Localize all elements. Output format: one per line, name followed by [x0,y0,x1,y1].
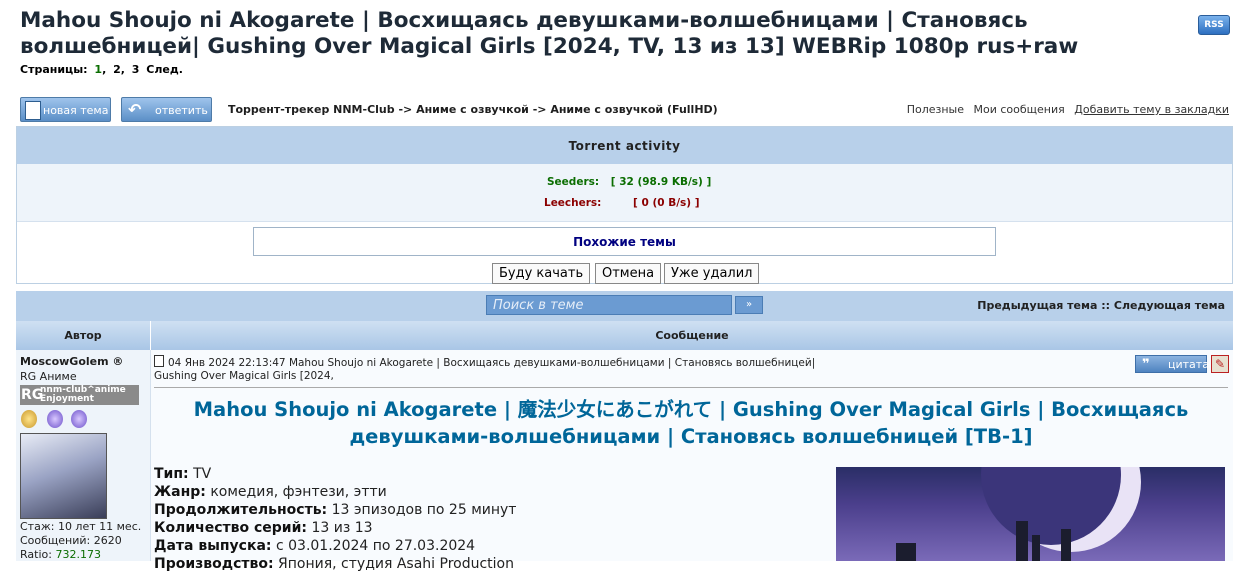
detail-label: Производство: [154,556,274,572]
similar-topics-link[interactable]: Похожие темы [573,235,676,249]
post-header: 04 Янв 2024 22:13:47 Mahou Shoujo ni Ako… [154,355,854,383]
my-messages-link[interactable]: Мои сообщения [974,103,1065,116]
detail-value: 13 эпизодов по 25 минут [331,502,517,518]
torrent-activity-header: Torrent activity [17,127,1232,164]
page-2-link[interactable]: 2 [113,63,121,76]
poster-image [836,467,1225,561]
document-icon [25,101,41,120]
cancel-button[interactable]: Отмена [595,263,662,284]
detail-type: Тип: TV [154,465,516,483]
group-badge-line2: Enjoyment [40,394,94,404]
torrent-stats: Seeders: [ 32 (98.9 KB/s) ] Leechers: [ … [17,164,1232,222]
detail-label: Жанр: [154,484,206,500]
post-icon [154,355,164,367]
detail-value: Япония, студия Asahi Production [278,556,514,572]
author-stage: Стаж: 10 лет 11 мес. [20,520,142,533]
useful-link[interactable]: Полезные [907,103,964,116]
post-header-text: 04 Янв 2024 22:13:47 Mahou Shoujo ni Ako… [154,357,816,382]
avatar [20,433,107,519]
similar-topics-box: Похожие темы [253,227,996,256]
pagination-label: Страницы: [20,63,88,76]
quote-label: цитата [1168,358,1209,371]
topic-title: Mahou Shoujo ni Akogarete | Восхищаясь д… [20,8,1079,59]
user-links: Полезные Мои сообщения Добавить тему в з… [901,103,1229,116]
next-topic-link[interactable]: Следующая тема [1114,299,1225,312]
genre-fantasy-link[interactable]: фэнтези [283,484,345,500]
reply-label: ответить [155,104,208,117]
edit-post-button[interactable]: ✎ [1211,355,1229,373]
already-deleted-button[interactable]: Уже удалил [664,263,760,284]
bookmark-topic-link[interactable]: Добавить тему в закладки [1074,103,1229,116]
quote-button[interactable]: ❞ цитата [1135,355,1209,373]
rss-button[interactable]: RSS [1198,15,1230,35]
detail-duration: Продолжительность: 13 эпизодов по 25 мин… [154,501,516,519]
detail-label: Дата выпуска: [154,538,272,554]
release-details: Тип: TV Жанр: комедия, фэнтези, этти Про… [154,465,516,573]
topic-search-input[interactable]: Поиск в теме [486,295,732,315]
gold-medal-icon [21,410,37,428]
pagination: Страницы: 1, 2, 3 След. [20,63,183,76]
next-page-link[interactable]: След. [146,63,183,76]
genre-comedy-link[interactable]: комедия [210,484,273,500]
detail-value: 13 из 13 [311,520,373,536]
detail-label: Продолжительность: [154,502,328,518]
detail-release-date: Дата выпуска: с 03.01.2024 по 27.03.2024 [154,537,516,555]
ratio-label: Ratio: [20,548,56,561]
detail-value: TV [193,466,212,482]
seeders-label: Seeders: [547,176,600,188]
reply-arrow-icon: ↶ [128,100,142,119]
seeders-row: Seeders: [ 32 (98.9 KB/s) ] [547,176,711,188]
crystal-medal-icon [47,410,63,428]
leechers-label: Leechers: [544,197,602,209]
edit-icon: ✎ [1214,357,1226,371]
detail-production: Производство: Япония, студия Asahi Produ… [154,555,516,573]
seeders-value: [ 32 (98.9 KB/s) ] [610,176,712,188]
post-author-cell: MoscowGolem ® RG Аниме RG nnm-club^anime… [16,350,151,561]
reply-button[interactable]: ↶ ответить [121,97,212,122]
torrent-activity-panel: Torrent activity Seeders: [ 32 (98.9 KB/… [16,126,1233,284]
building-shape [896,543,916,561]
building-shape [1061,529,1071,561]
new-topic-button[interactable]: новая тема [20,97,111,122]
page-3-link[interactable]: 3 [132,63,140,76]
post-message-cell: 04 Янв 2024 22:13:47 Mahou Shoujo ni Ako… [151,350,1233,572]
quote-icon: ❞ [1142,357,1150,372]
post-divider [154,387,1228,388]
new-topic-label: новая тема [43,104,109,117]
group-badge: RG nnm-club^anime Enjoyment [20,385,139,405]
page-1-link[interactable]: 1 [94,63,102,76]
detail-label: Тип: [154,466,189,482]
breadcrumb[interactable]: Торрент-трекер NNM-Club -> Аниме с озвуч… [228,103,718,116]
detail-episodes: Количество серий: 13 из 13 [154,519,516,537]
author-rank: RG Аниме [20,370,77,383]
building-shape [1016,521,1028,561]
author-ratio: Ratio: 732.173 [20,548,101,561]
detail-value: с 03.01.2024 по 27.03.2024 [275,538,476,554]
will-download-button[interactable]: Буду качать [492,263,591,284]
author-column-header: Автор [16,321,151,350]
detail-genre: Жанр: комедия, фэнтези, этти [154,484,387,500]
detail-value: , этти [344,484,387,500]
topic-nav-separator: :: [1101,299,1111,312]
group-badge-logo: RG [21,387,44,403]
message-column-header: Сообщение [151,321,1234,350]
topic-navigation: Предыдущая тема :: Следующая тема [977,299,1225,312]
ratio-value: 732.173 [55,548,101,561]
prev-topic-link[interactable]: Предыдущая тема [977,299,1097,312]
author-name[interactable]: MoscowGolem ® [20,355,123,368]
topic-search-bar: Поиск в теме » Предыдущая тема :: Следую… [16,291,1233,321]
leechers-row: Leechers: [ 0 (0 B/s) ] [544,197,700,209]
detail-label: Количество серий: [154,520,308,536]
author-messages: Сообщений: 2620 [20,534,122,547]
leechers-value: [ 0 (0 B/s) ] [633,197,700,209]
search-submit-button[interactable]: » [735,296,763,314]
post-title: Mahou Shoujo ni Akogarete | 魔法少女にあこがれて |… [193,398,1189,448]
building-shape [1032,535,1040,561]
crystal-medal-icon [71,410,87,428]
